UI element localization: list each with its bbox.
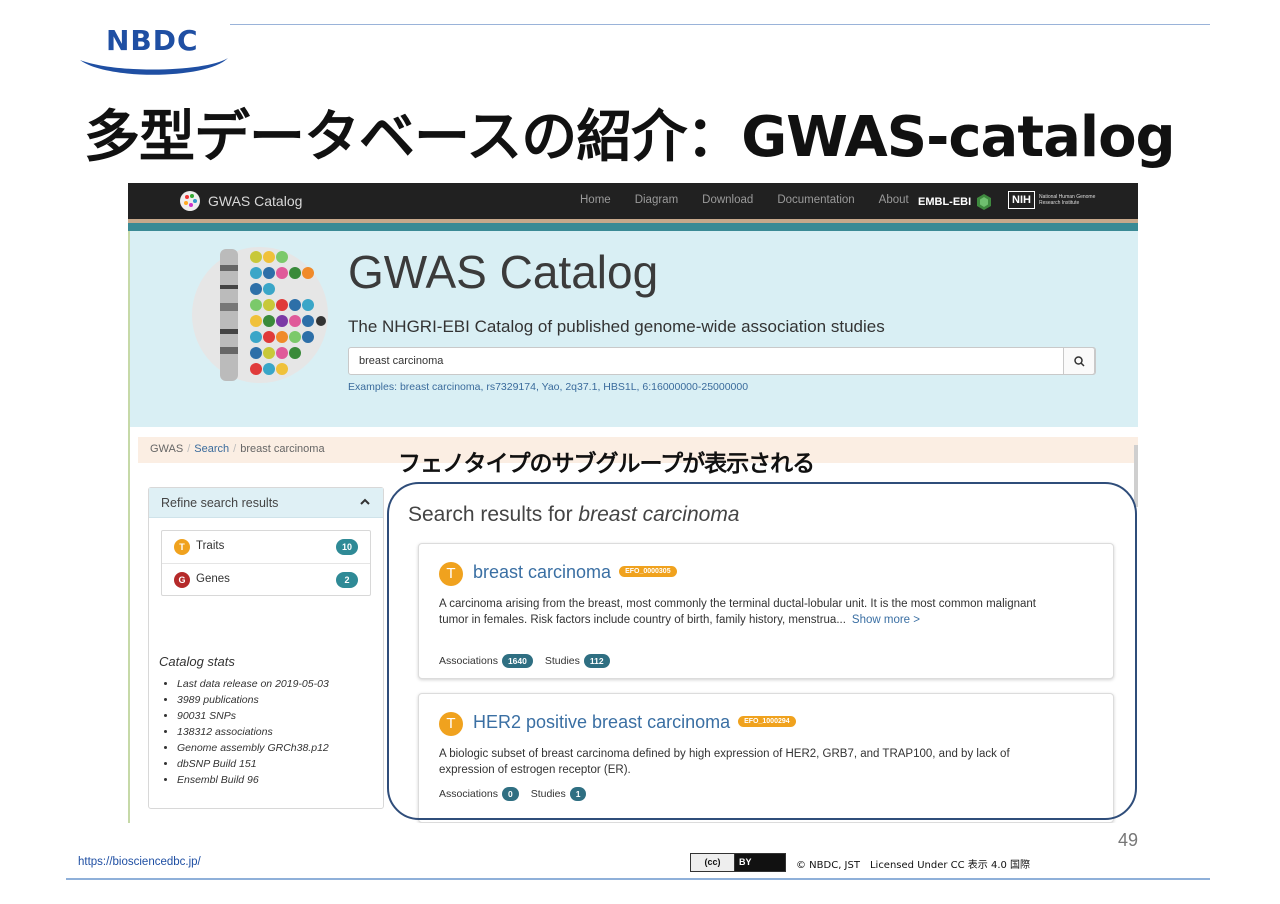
nav-brand-label: GWAS Catalog — [208, 193, 303, 209]
stat-item: Ensembl Build 96 — [177, 772, 329, 788]
nav-documentation[interactable]: Documentation — [777, 194, 854, 206]
catalog-diagram-icon — [192, 247, 328, 383]
nih-label: NIH — [1008, 191, 1035, 209]
facet-count: 10 — [336, 539, 358, 555]
search-input[interactable] — [349, 348, 1063, 374]
nav-download[interactable]: Download — [702, 194, 753, 206]
hero-section: GWAS Catalog The NHGRI-EBI Catalog of pu… — [128, 231, 1138, 427]
hero-subtitle: The NHGRI-EBI Catalog of published genom… — [348, 317, 885, 336]
facet-count: 2 — [336, 572, 358, 588]
facet-traits[interactable]: T Traits 10 — [162, 531, 370, 563]
breadcrumb-separator: / — [187, 443, 191, 455]
breadcrumb-current: breast carcinoma — [240, 443, 325, 455]
search-examples: Examples: breast carcinoma, rs7329174, Y… — [348, 381, 748, 393]
nbdc-logo: NBDC — [76, 20, 232, 78]
search-icon — [1074, 356, 1085, 367]
stat-item: dbSNP Build 151 — [177, 756, 329, 772]
facet-genes[interactable]: G Genes 2 — [162, 563, 370, 595]
slide-title: 多型データベースの紹介：GWAS-catalog — [84, 105, 1176, 170]
bottom-rule — [66, 878, 1210, 880]
left-border — [128, 231, 130, 823]
hero-title: GWAS Catalog — [348, 246, 659, 298]
refine-facet-list: T Traits 10 G Genes 2 — [161, 530, 371, 596]
stat-item: 90031 SNPs — [177, 708, 329, 724]
slide-annotation: フェノタイプのサブグループが表示される — [398, 451, 815, 477]
page-number: 49 — [1118, 830, 1139, 850]
catalog-stats-list: Last data release on 2019-05-03 3989 pub… — [177, 676, 329, 788]
stat-item: 138312 associations — [177, 724, 329, 740]
license-text: © NBDC, JST Licensed Under CC 表示 4.0 国際 — [796, 860, 1031, 871]
search-box — [348, 347, 1096, 375]
breadcrumb-gwas[interactable]: GWAS — [150, 443, 183, 455]
embl-ebi-icon — [977, 194, 992, 210]
scrollbar[interactable] — [1134, 445, 1138, 507]
catalog-stats-title: Catalog stats — [159, 654, 235, 669]
chevron-up-icon[interactable] — [359, 496, 371, 508]
search-button[interactable] — [1063, 347, 1095, 375]
stat-item: 3989 publications — [177, 692, 329, 708]
refine-panel: Refine search results T Traits 10 G Gene… — [148, 487, 384, 809]
top-rule — [230, 24, 1210, 25]
highlight-outline — [387, 482, 1137, 820]
nav-brand[interactable]: GWAS Catalog — [178, 190, 302, 212]
breadcrumb-search[interactable]: Search — [194, 443, 229, 455]
logo-swoosh-icon — [80, 58, 228, 75]
stat-item: Last data release on 2019-05-03 — [177, 676, 329, 692]
nih-link[interactable]: NIH National Human Genome Research Insti… — [1008, 191, 1109, 209]
footer-url[interactable]: https://biosciencedbc.jp/ — [78, 856, 201, 868]
nih-sub-label: National Human Genome Research Institute — [1038, 194, 1096, 206]
gwas-logo-icon — [180, 191, 200, 211]
embl-label: EMBL-EBI — [918, 196, 972, 208]
nav-links: Home Diagram Download Documentation Abou… — [580, 194, 909, 206]
embl-ebi-link[interactable]: EMBL-EBI — [918, 193, 993, 211]
cc-icon: (cc) — [691, 854, 735, 871]
nav-diagram[interactable]: Diagram — [635, 194, 678, 206]
stat-item: Genome assembly GRCh38.p12 — [177, 740, 329, 756]
nav-home[interactable]: Home — [580, 194, 611, 206]
facet-label: Traits — [196, 540, 225, 552]
header-stripe-teal — [128, 223, 1138, 231]
nav-about[interactable]: About — [879, 194, 909, 206]
examples-label: Examples: — [348, 381, 398, 393]
navbar: GWAS Catalog Home Diagram Download Docum… — [128, 183, 1138, 219]
examples-links[interactable]: breast carcinoma, rs7329174, Yao, 2q37.1… — [400, 381, 748, 393]
by-icon: BY — [735, 854, 785, 871]
facet-label: Genes — [196, 573, 230, 585]
gene-icon: G — [174, 572, 190, 588]
refine-header[interactable]: Refine search results — [149, 488, 383, 518]
refine-title: Refine search results — [161, 496, 279, 510]
trait-icon: T — [174, 539, 190, 555]
cc-by-badge: (cc) BY — [690, 853, 786, 872]
breadcrumb-separator: / — [233, 443, 237, 455]
